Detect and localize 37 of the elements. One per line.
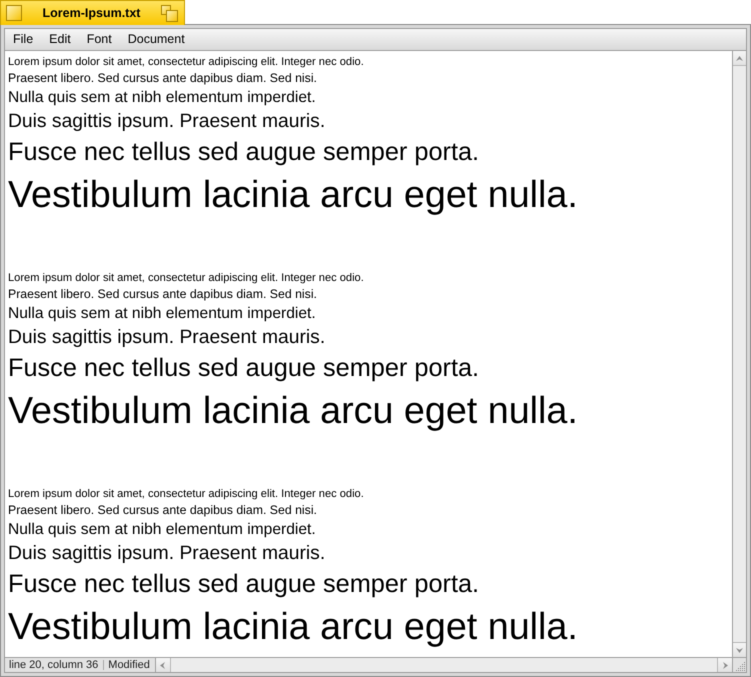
text-line: Fusce nec tellus sed augue semper porta. <box>8 137 480 168</box>
scroll-down-button[interactable] <box>733 642 746 657</box>
menu-item[interactable]: Edit <box>41 29 79 50</box>
caret-left-icon <box>160 662 166 668</box>
text-line: Lorem ipsum dolor sit amet, consectetur adipiscing elit. Integer nec odio. <box>8 55 364 70</box>
text-line: Praesent libero. Sed cursus ante dapibus diam. Sed nisi. <box>8 502 317 519</box>
text-line: Fusce nec tellus sed augue semper porta. <box>8 569 480 600</box>
text-line: Nulla quis sem at nibh elementum imperdiet. <box>8 304 316 324</box>
text-line: Vestibulum lacinia arcu eget nulla. <box>8 172 578 217</box>
horizontal-scrollbar[interactable] <box>154 658 732 672</box>
menu-item[interactable]: Font <box>78 29 120 50</box>
vertical-scrollbar[interactable] <box>732 51 746 657</box>
text-line: Praesent libero. Sed cursus ante dapibus diam. Sed nisi. <box>8 286 317 303</box>
text-line: Vestibulum lacinia arcu eget nulla. <box>8 604 578 649</box>
menu-item[interactable]: File <box>5 29 42 50</box>
text-line: Nulla quis sem at nibh elementum imperdiet. <box>8 88 316 108</box>
text-line: Praesent libero. Sed cursus ante dapibus diam. Sed nisi. <box>8 70 317 87</box>
caret-right-icon <box>722 662 728 668</box>
scroll-right-button[interactable] <box>717 658 732 672</box>
caret-up-icon <box>736 56 743 60</box>
cursor-position-text: line 20, column 36 <box>8 658 100 672</box>
text-line: Lorem ipsum dolor sit amet, consectetur adipiscing elit. Integer nec odio. <box>8 487 364 502</box>
text-line: Vestibulum lacinia arcu eget nulla. <box>8 388 578 433</box>
text-line: Fusce nec tellus sed augue semper porta. <box>8 353 480 384</box>
modified-status-text: Modified <box>107 658 151 672</box>
window-title: Lorem-Ipsum.txt <box>42 6 142 20</box>
text-line: Lorem ipsum dolor sit amet, consectetur adipiscing elit. Integer nec odio. <box>8 271 364 286</box>
text-line: Duis sagittis ipsum. Praesent mauris. <box>8 326 326 350</box>
text-line: Nulla quis sem at nibh elementum imperdiet. <box>8 520 316 540</box>
scroll-up-button[interactable] <box>733 51 746 66</box>
text-line: Duis sagittis ipsum. Praesent mauris. <box>8 542 326 566</box>
menu-item[interactable]: Document <box>120 29 193 50</box>
text-line: Duis sagittis ipsum. Praesent mauris. <box>8 110 326 134</box>
close-box-icon[interactable] <box>6 5 22 21</box>
overlapping-squares-icon[interactable] <box>161 4 178 22</box>
scroll-left-button[interactable] <box>156 658 171 672</box>
caret-down-icon <box>736 648 743 652</box>
